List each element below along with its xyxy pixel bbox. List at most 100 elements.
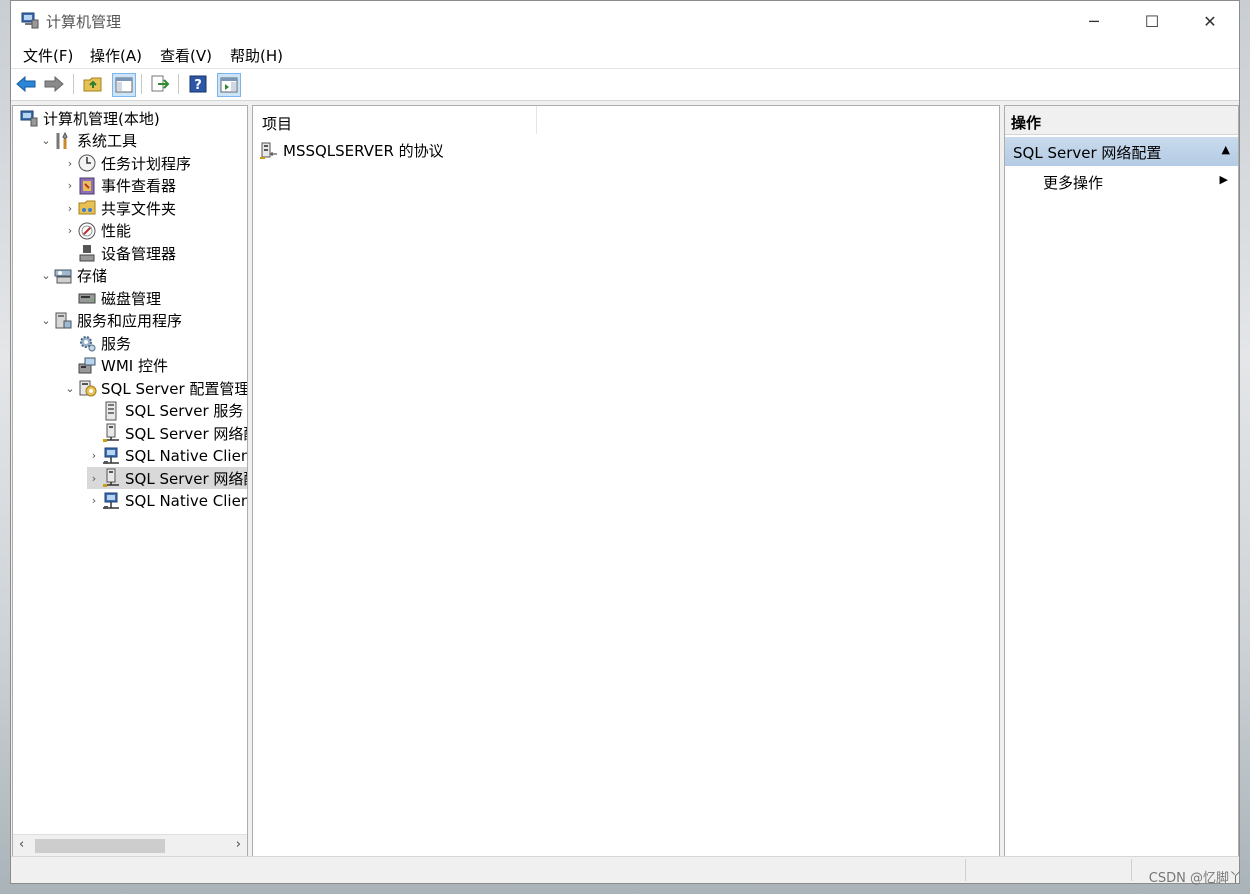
tree-item[interactable]: 设备管理器 bbox=[63, 242, 176, 264]
tree-item-label: 存储 bbox=[77, 267, 108, 285]
scroll-right-icon[interactable]: › bbox=[236, 837, 241, 852]
menu-file[interactable]: 文件(F) bbox=[23, 45, 73, 66]
expand-chevron-icon[interactable]: › bbox=[63, 157, 77, 170]
tree-item[interactable]: › 事件查看器 bbox=[63, 175, 176, 197]
back-icon[interactable] bbox=[15, 73, 37, 95]
tree-item-label: SQL Native Client 1 bbox=[125, 491, 247, 510]
column-header-item[interactable]: 项目 bbox=[253, 106, 537, 134]
tree-item[interactable]: › SQL Native Client 1 bbox=[87, 490, 247, 512]
tree-item-label: SQL Native Client 1 bbox=[125, 446, 247, 465]
computer-management-icon bbox=[20, 110, 38, 127]
up-folder-icon[interactable] bbox=[82, 73, 104, 95]
tree-item[interactable]: SQL Server 服务 bbox=[87, 400, 243, 422]
show-hide-action-icon[interactable] bbox=[217, 73, 241, 97]
toolbar: ? bbox=[11, 68, 1239, 101]
event-viewer-icon bbox=[79, 177, 95, 194]
tree-item[interactable]: 计算机管理(本地) bbox=[19, 107, 160, 129]
disk-icon bbox=[78, 293, 96, 304]
tree-item-label: 性能 bbox=[101, 222, 132, 240]
horizontal-scrollbar[interactable]: ‹ › bbox=[13, 834, 247, 857]
services-apps-icon bbox=[55, 312, 72, 328]
tree-item-label: 任务计划程序 bbox=[101, 154, 192, 173]
protocols-icon bbox=[260, 142, 277, 159]
action-section-label: SQL Server 网络配置 bbox=[1013, 144, 1162, 162]
tree-item[interactable]: SQL Server 网络配置 bbox=[87, 422, 247, 444]
action-section-header[interactable]: SQL Server 网络配置 ▲ bbox=[1005, 137, 1238, 166]
collapse-chevron-icon[interactable]: ⌄ bbox=[39, 314, 53, 327]
action-title-label: 操作 bbox=[1011, 114, 1042, 132]
tree-item[interactable]: 磁盘管理 bbox=[63, 287, 161, 309]
services-gear-icon bbox=[80, 336, 96, 352]
status-divider bbox=[1131, 859, 1132, 881]
show-hide-tree-icon[interactable] bbox=[112, 73, 136, 97]
tree-item-label: 磁盘管理 bbox=[101, 289, 162, 308]
result-pane: 项目 MSSQLSERVER 的协议 bbox=[252, 105, 1000, 858]
server-icon bbox=[105, 401, 117, 420]
toolbar-separator bbox=[178, 74, 179, 94]
submenu-arrow-icon: ▶ bbox=[1219, 173, 1228, 186]
title-bar: 计算机管理 ─ ☐ ✕ bbox=[11, 1, 1239, 41]
tree-item[interactable]: ⌄ 系统工具 bbox=[39, 130, 137, 152]
tree-item-label: 系统工具 bbox=[77, 132, 138, 150]
tree-item-label: 服务和应用程序 bbox=[77, 312, 183, 330]
expand-chevron-icon[interactable]: › bbox=[87, 494, 101, 507]
shared-folder-icon bbox=[78, 200, 96, 215]
tree-item-label: WMI 控件 bbox=[101, 357, 168, 375]
more-actions-item[interactable]: 更多操作 bbox=[1043, 172, 1103, 193]
tree-item[interactable]: › 共享文件夹 bbox=[63, 197, 176, 219]
native-client-icon bbox=[103, 492, 119, 509]
tree-item-label: 服务 bbox=[101, 334, 132, 353]
collapse-up-icon[interactable]: ▲ bbox=[1222, 143, 1230, 156]
tree-item-label: SQL Server 网络配置 bbox=[125, 469, 247, 488]
menu-help[interactable]: 帮助(H) bbox=[230, 45, 283, 66]
help-icon[interactable]: ? bbox=[187, 73, 209, 95]
tools-icon bbox=[56, 131, 68, 149]
expand-chevron-icon[interactable]: › bbox=[63, 179, 77, 192]
watermark: CSDN @忆脚丫 bbox=[1148, 871, 1242, 886]
list-item[interactable]: MSSQLSERVER 的协议 bbox=[259, 140, 444, 161]
tree-item[interactable]: WMI 控件 bbox=[63, 355, 168, 377]
collapse-chevron-icon[interactable]: ⌄ bbox=[39, 269, 53, 282]
list-item-label: MSSQLSERVER 的协议 bbox=[283, 142, 444, 160]
collapse-chevron-icon[interactable]: ⌄ bbox=[39, 134, 53, 147]
tree-item-label: SQL Server 配置管理器 bbox=[101, 379, 248, 398]
tree-item[interactable]: ⌄ 存储 bbox=[39, 265, 107, 287]
collapse-chevron-icon[interactable]: ⌄ bbox=[63, 382, 77, 395]
native-client-icon bbox=[103, 447, 119, 464]
tree-item[interactable]: › SQL Server 网络配置 bbox=[87, 467, 247, 489]
expand-chevron-icon[interactable]: › bbox=[87, 449, 101, 462]
forward-icon[interactable] bbox=[43, 73, 65, 95]
tree-item[interactable]: 服务 bbox=[63, 332, 131, 354]
performance-icon bbox=[78, 222, 96, 239]
network-server-icon bbox=[103, 423, 119, 442]
tree-item[interactable]: › SQL Native Client 1 bbox=[87, 445, 247, 467]
menu-view[interactable]: 查看(V) bbox=[160, 45, 212, 66]
expand-chevron-icon[interactable]: › bbox=[87, 472, 101, 485]
minimize-button[interactable]: ─ bbox=[1065, 1, 1123, 41]
storage-icon bbox=[54, 269, 72, 283]
action-pane-title: 操作 bbox=[1005, 106, 1238, 135]
computer-management-icon bbox=[21, 12, 39, 29]
expand-chevron-icon[interactable]: › bbox=[63, 202, 77, 215]
export-icon[interactable] bbox=[149, 73, 171, 95]
close-button[interactable]: ✕ bbox=[1181, 1, 1239, 41]
app-window: 计算机管理 ─ ☐ ✕ 文件(F) 操作(A) 查看(V) 帮助(H) ? 计算… bbox=[10, 0, 1240, 884]
scroll-left-icon[interactable]: ‹ bbox=[19, 837, 24, 852]
wmi-icon bbox=[78, 357, 96, 373]
tree-item[interactable]: › 任务计划程序 bbox=[63, 152, 191, 174]
maximize-button[interactable]: ☐ bbox=[1123, 1, 1181, 41]
tree-item[interactable]: ⌄ SQL Server 配置管理器 bbox=[63, 377, 248, 399]
console-tree[interactable]: 计算机管理(本地) ⌄ 系统工具 › 任务计划程序 › 事件查看器 › 共享文件夹 › 性能 设备管理… bbox=[12, 105, 248, 858]
tree-item-label: SQL Server 网络配置 bbox=[125, 424, 247, 443]
menu-action[interactable]: 操作(A) bbox=[90, 45, 142, 66]
tree-item[interactable]: ⌄ 服务和应用程序 bbox=[39, 310, 182, 332]
toolbar-separator bbox=[73, 74, 74, 94]
tree-item-label: 共享文件夹 bbox=[101, 199, 177, 218]
scroll-thumb[interactable] bbox=[35, 839, 165, 853]
column-header-label: 项目 bbox=[262, 115, 293, 133]
expand-chevron-icon[interactable]: › bbox=[63, 224, 77, 237]
tree-item[interactable]: › 性能 bbox=[63, 220, 131, 242]
sql-config-icon bbox=[79, 380, 97, 397]
network-server-icon bbox=[103, 468, 119, 487]
window-title: 计算机管理 bbox=[46, 13, 122, 31]
